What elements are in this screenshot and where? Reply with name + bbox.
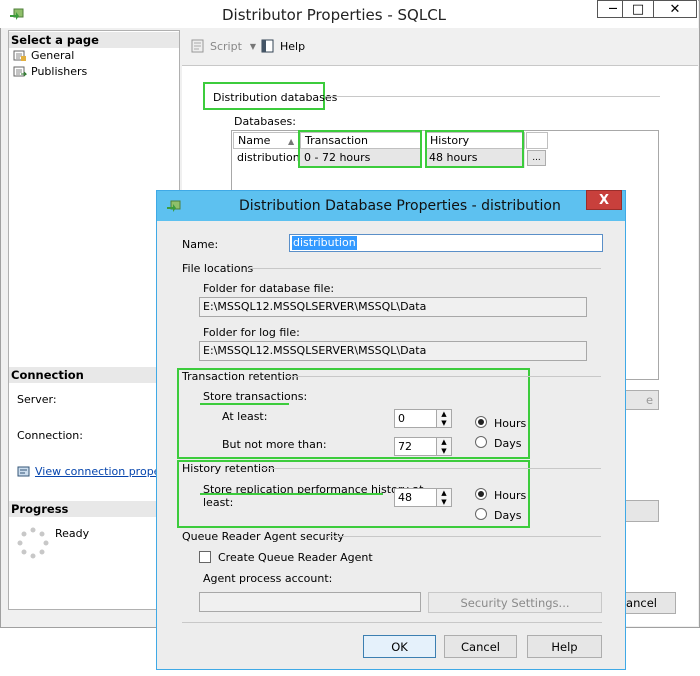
close-icon: ✕ xyxy=(669,1,681,17)
not-more-than-value: 72 xyxy=(398,440,412,453)
progress-status: Ready xyxy=(55,527,90,540)
db-folder-input[interactable]: E:\MSSQL12.MSSQLSERVER\MSSQL\Data xyxy=(199,297,587,317)
outer-window-title: Distributor Properties - SQLCL xyxy=(222,6,447,24)
database-properties-ellipsis-button[interactable]: ... xyxy=(527,150,546,166)
connection-label: Connection: xyxy=(17,429,83,442)
at-least-label: At least: xyxy=(222,410,268,423)
publishers-page-icon xyxy=(13,66,27,76)
store-transactions-label: Store transactions: xyxy=(203,390,308,403)
agent-process-input[interactable] xyxy=(199,592,421,612)
ok-button[interactable]: OK xyxy=(363,635,436,658)
distribution-databases-heading: Distribution databases xyxy=(213,91,338,104)
page-item-label: Publishers xyxy=(31,65,88,78)
history-retention-value: 48 xyxy=(398,491,412,504)
outer-title-bar: Distributor Properties - SQLCL xyxy=(0,0,698,28)
radio-selected-dot xyxy=(478,419,484,425)
dialog-app-icon xyxy=(167,200,181,212)
dialog-title: Distribution Database Properties - distr… xyxy=(239,198,561,214)
databases-label: Databases: xyxy=(234,115,296,128)
outer-close-button[interactable]: ✕ xyxy=(653,0,697,18)
close-icon: X xyxy=(598,192,610,208)
transaction-retention-heading: Transaction retention xyxy=(182,370,299,383)
name-label: Name: xyxy=(182,238,219,251)
script-icon xyxy=(191,39,204,53)
queue-reader-heading: Queue Reader Agent security xyxy=(182,530,345,543)
column-header-name[interactable]: Name ▲ xyxy=(233,132,299,149)
dialog-footer-divider xyxy=(182,622,602,623)
history-retention-highlight xyxy=(425,130,524,168)
name-input[interactable]: distribution xyxy=(289,234,603,252)
sort-ascending-icon: ▲ xyxy=(287,137,295,146)
radio-selected-dot xyxy=(478,491,484,497)
log-folder-input[interactable]: E:\MSSQL12.MSSQLSERVER\MSSQL\Data xyxy=(199,341,587,361)
cell-database-name[interactable]: distribution xyxy=(233,149,300,168)
select-page-header: Select a page xyxy=(9,32,179,48)
history-hours-radio[interactable] xyxy=(475,488,487,500)
help-dialog-button[interactable]: Help xyxy=(527,635,602,658)
transaction-hours-radio[interactable] xyxy=(475,416,487,428)
connection-properties-icon xyxy=(17,466,30,476)
store-history-label-line2: least: xyxy=(203,496,234,509)
section-divider xyxy=(247,268,601,269)
store-transactions-underline xyxy=(200,403,289,405)
cancel-button[interactable]: Cancel xyxy=(444,635,517,658)
history-days-label: Days xyxy=(494,509,522,522)
dialog-close-button[interactable]: X xyxy=(586,190,622,210)
column-header-blank xyxy=(526,132,548,149)
transaction-days-label: Days xyxy=(494,437,522,450)
db-folder-label: Folder for database file: xyxy=(203,282,335,295)
create-queue-reader-label: Create Queue Reader Agent xyxy=(218,551,373,564)
script-button[interactable]: Script ▼ xyxy=(190,39,256,53)
server-label: Server: xyxy=(17,393,57,406)
spin-down-icon[interactable]: ▼ xyxy=(437,418,451,427)
spin-up-icon[interactable]: ▲ xyxy=(437,489,451,498)
general-page-icon xyxy=(13,50,26,61)
spin-down-icon[interactable]: ▼ xyxy=(437,446,451,455)
help-label: Help xyxy=(280,39,306,53)
file-locations-heading: File locations xyxy=(182,262,254,275)
history-hours-label: Hours xyxy=(494,489,527,502)
chevron-down-icon: ▼ xyxy=(249,41,257,51)
spin-down-icon[interactable]: ▼ xyxy=(437,497,451,506)
progress-spinner-icon xyxy=(17,527,49,559)
section-divider xyxy=(285,376,601,377)
maximize-button[interactable]: □ xyxy=(622,0,654,18)
page-item-publishers[interactable]: Publishers xyxy=(13,65,87,78)
page-item-label: General xyxy=(31,49,75,62)
maximize-icon: □ xyxy=(631,1,645,17)
history-retention-spinner[interactable]: 48 ▲ ▼ xyxy=(394,488,452,507)
help-icon xyxy=(261,39,274,53)
at-least-value: 0 xyxy=(398,412,405,425)
security-settings-button[interactable]: Security Settings... xyxy=(428,592,602,613)
transaction-days-radio[interactable] xyxy=(475,436,487,448)
store-history-underline xyxy=(200,493,383,495)
history-days-radio[interactable] xyxy=(475,508,487,520)
transaction-hours-label: Hours xyxy=(494,417,527,430)
minimize-icon: — xyxy=(608,4,618,14)
progress-header: Progress xyxy=(9,501,179,517)
create-queue-reader-checkbox[interactable] xyxy=(199,551,211,563)
toolbar: Script ▼ Help xyxy=(182,31,698,66)
not-more-than-spinner[interactable]: 72 ▲ ▼ xyxy=(394,437,452,456)
spin-up-icon[interactable]: ▲ xyxy=(437,438,451,447)
transaction-retention-highlight xyxy=(298,130,422,168)
window-app-icon xyxy=(10,8,24,20)
section-divider xyxy=(261,468,601,469)
name-input-value: distribution xyxy=(292,236,357,250)
left-pane: Select a page General Publishers Connect… xyxy=(8,30,180,610)
view-connection-properties-link[interactable]: View connection properti xyxy=(17,465,172,478)
script-label: Script xyxy=(210,39,242,53)
not-more-than-label: But not more than: xyxy=(222,438,327,451)
log-folder-label: Folder for log file: xyxy=(203,326,300,339)
dialog-title-bar: Distribution Database Properties - distr… xyxy=(157,191,625,221)
help-button[interactable]: Help xyxy=(260,39,305,53)
at-least-spinner[interactable]: 0 ▲ ▼ xyxy=(394,409,452,428)
view-connection-link-text: View connection properti xyxy=(35,465,173,478)
page-item-general[interactable]: General xyxy=(13,49,74,62)
spin-up-icon[interactable]: ▲ xyxy=(437,410,451,419)
connection-header: Connection xyxy=(9,367,179,383)
section-divider xyxy=(327,536,601,537)
agent-process-label: Agent process account: xyxy=(203,572,333,585)
section-divider xyxy=(325,96,660,97)
